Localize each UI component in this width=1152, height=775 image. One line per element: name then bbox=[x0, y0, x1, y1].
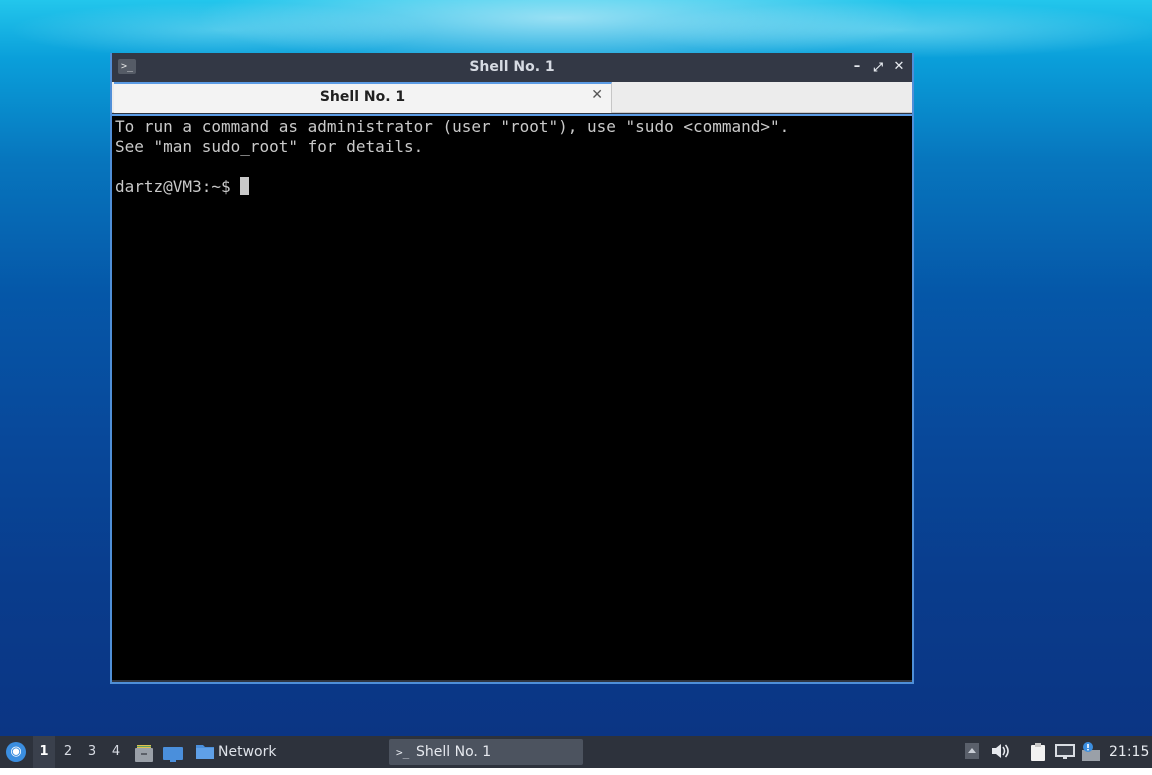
close-button[interactable]: ✕ bbox=[889, 57, 909, 77]
network-status-icon[interactable] bbox=[1054, 742, 1075, 762]
terminal-window[interactable]: >_ Shell No. 1 – ⤢ ✕ Shell No. 1 ✕ To ru… bbox=[110, 53, 914, 684]
task-label: Shell No. 1 bbox=[416, 744, 492, 760]
workspace-3[interactable]: 3 bbox=[81, 736, 103, 768]
tab-close-icon[interactable]: ✕ bbox=[591, 87, 603, 103]
workspace-2[interactable]: 2 bbox=[57, 736, 79, 768]
tab-bar: Shell No. 1 ✕ bbox=[112, 82, 912, 113]
workspace-1[interactable]: 1 bbox=[33, 736, 55, 768]
network-folder-launcher[interactable]: Network bbox=[193, 736, 283, 768]
terminal-prompt-line: dartz@VM3:~$ bbox=[115, 177, 912, 197]
volume-icon[interactable] bbox=[990, 742, 1010, 762]
taskbar-task-shell[interactable]: >_ Shell No. 1 bbox=[389, 739, 583, 765]
terminal-output[interactable]: To run a command as administrator (user … bbox=[112, 114, 912, 680]
start-menu-icon[interactable]: ◉ bbox=[6, 742, 26, 762]
folder-icon bbox=[196, 745, 214, 759]
window-titlebar[interactable]: >_ Shell No. 1 – ⤢ ✕ bbox=[112, 53, 912, 82]
terminal-line: See "man sudo_root" for details. bbox=[115, 137, 424, 156]
terminal-line: To run a command as administrator (user … bbox=[115, 117, 790, 136]
maximize-button[interactable]: ⤢ bbox=[868, 57, 888, 77]
clock[interactable]: 21:15 bbox=[1109, 736, 1149, 768]
tab-shell-1[interactable]: Shell No. 1 ✕ bbox=[114, 82, 612, 113]
file-manager-icon[interactable] bbox=[134, 743, 154, 762]
tray-expand-icon[interactable] bbox=[962, 742, 982, 762]
show-desktop-icon[interactable] bbox=[162, 743, 183, 762]
minimize-button[interactable]: – bbox=[847, 57, 867, 77]
terminal-icon: >_ bbox=[396, 746, 410, 759]
network-label: Network bbox=[218, 744, 277, 760]
taskbar: ◉ 1 2 3 4 Network >_ Shell No. 1 21:15 bbox=[0, 736, 1152, 768]
notification-icon[interactable] bbox=[1080, 742, 1100, 762]
window-title: Shell No. 1 bbox=[469, 59, 555, 75]
tab-label: Shell No. 1 bbox=[319, 89, 406, 105]
terminal-cursor bbox=[240, 177, 250, 195]
workspace-4[interactable]: 4 bbox=[105, 736, 127, 768]
clipboard-icon[interactable] bbox=[1028, 742, 1048, 762]
terminal-prompt: dartz@VM3:~$ bbox=[115, 177, 241, 196]
